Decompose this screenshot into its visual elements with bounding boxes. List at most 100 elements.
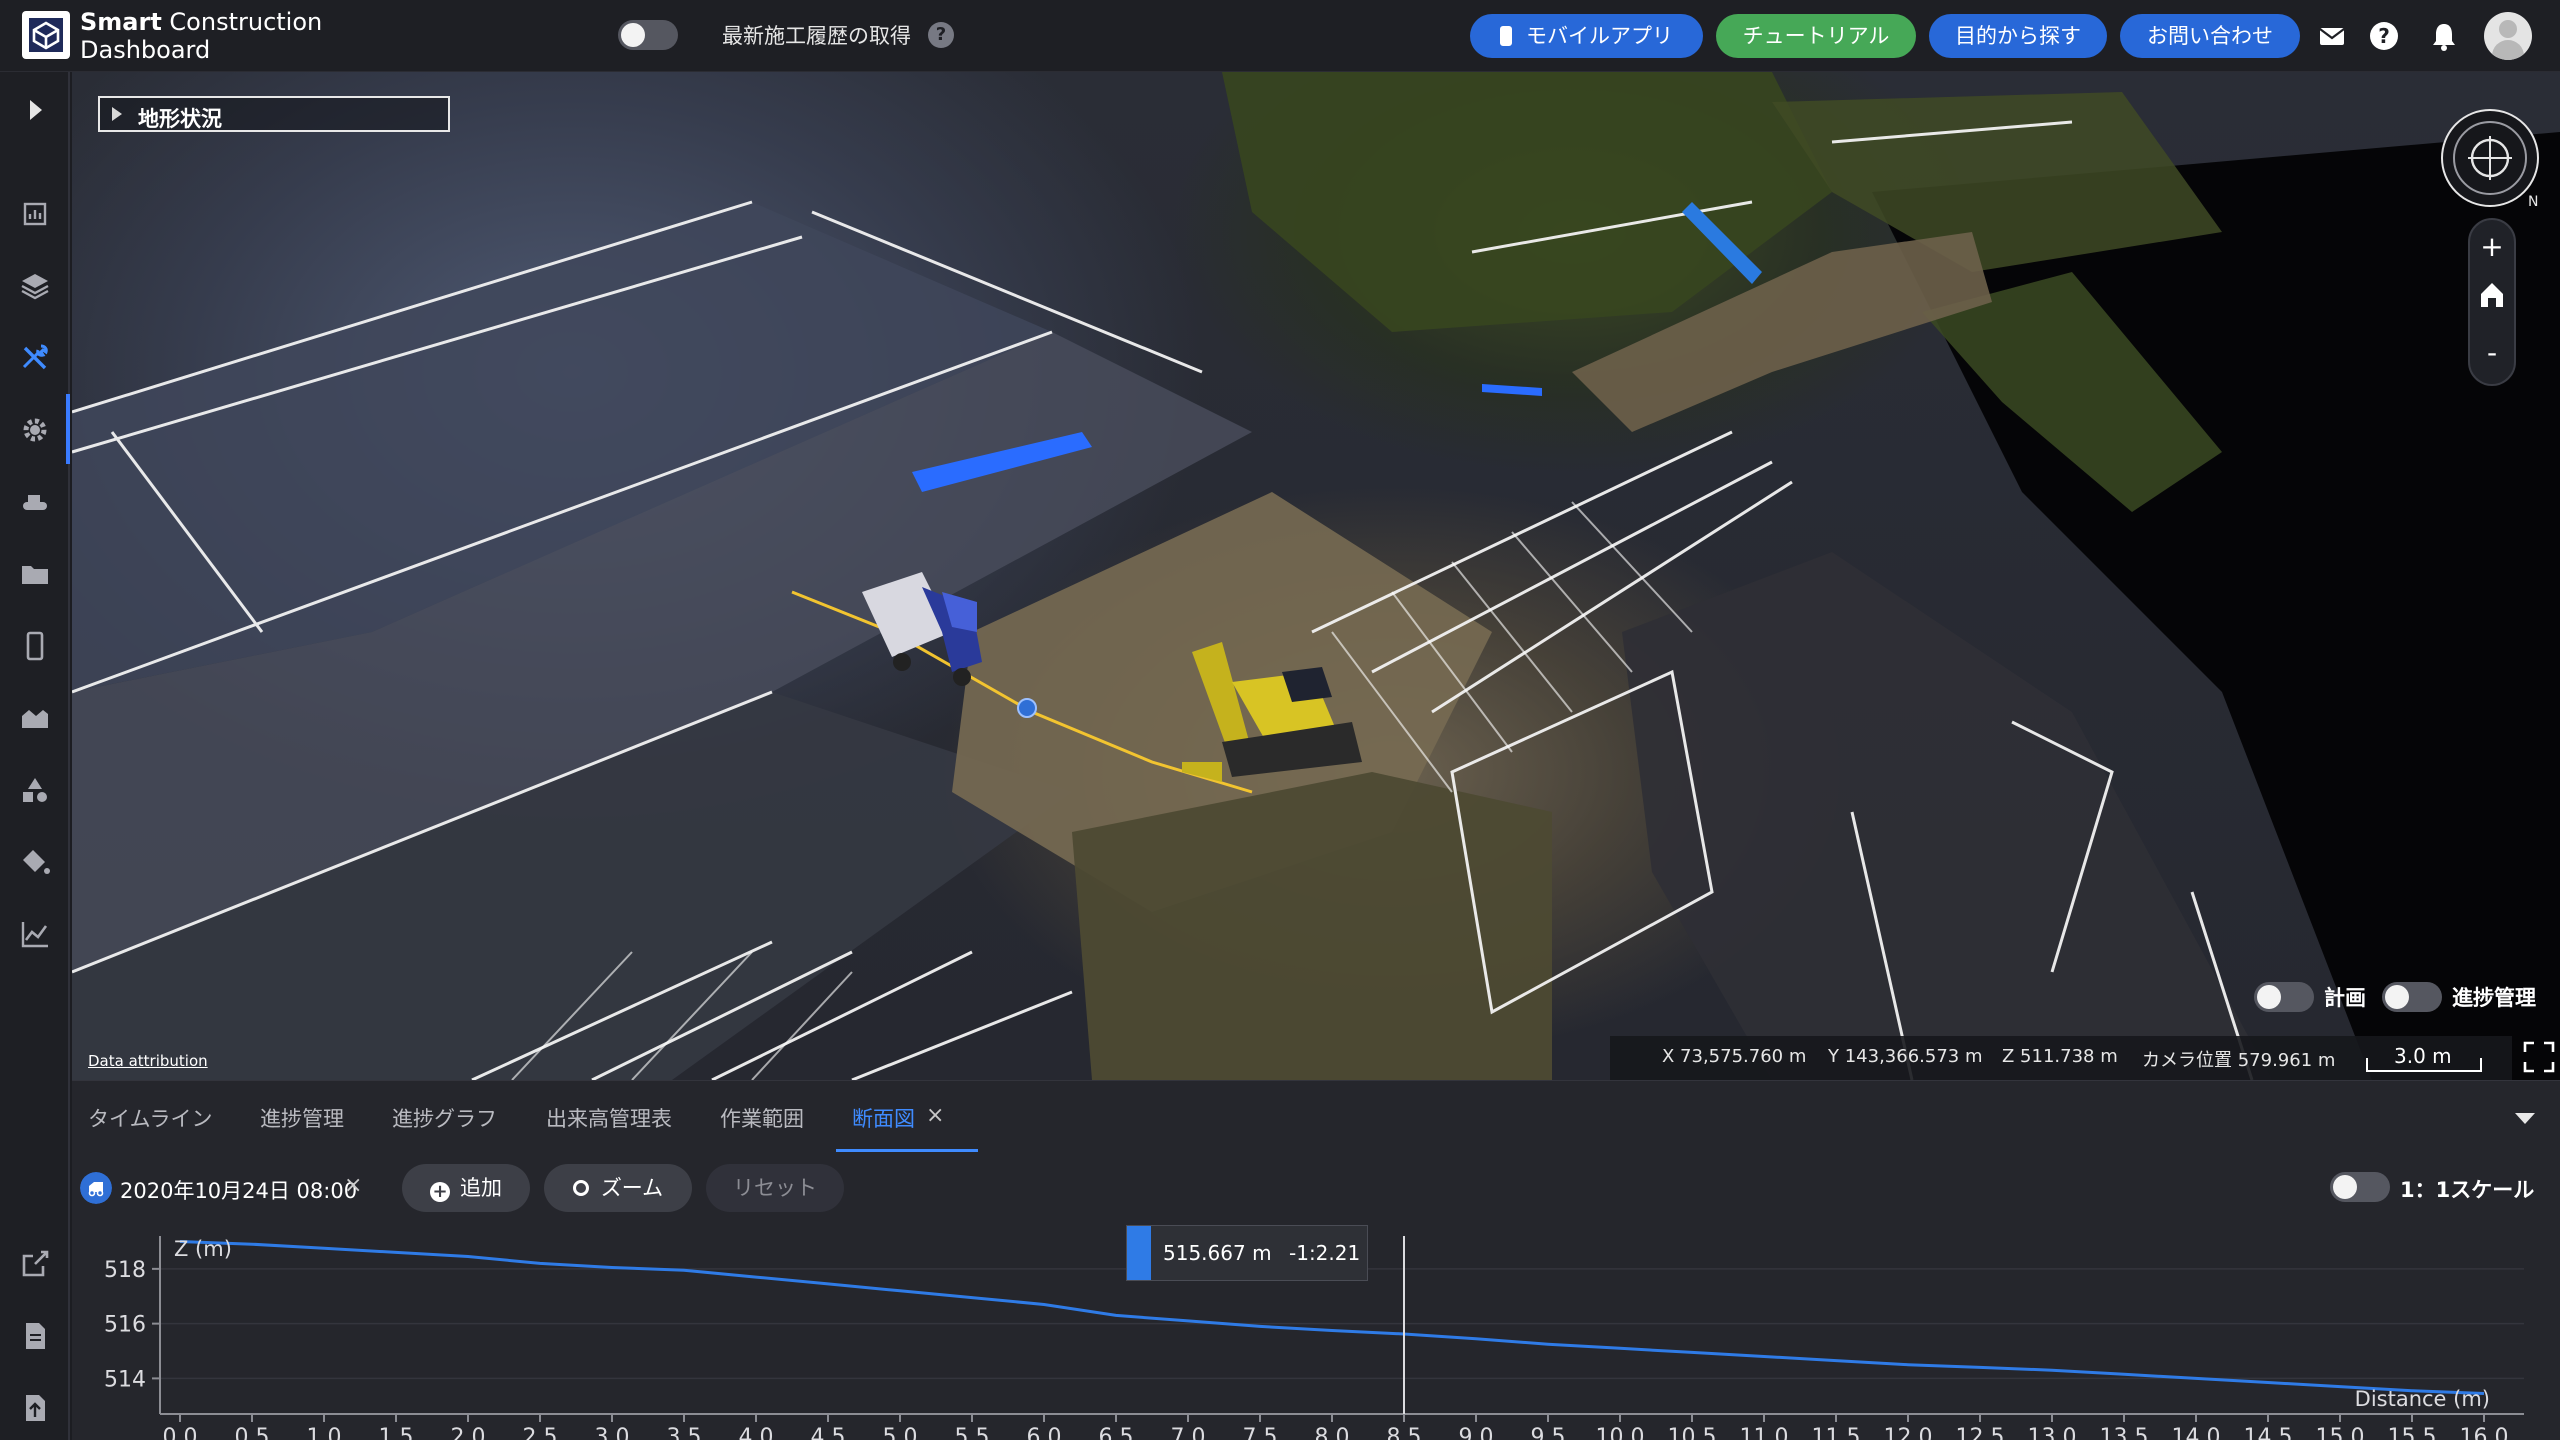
chart-x-ticks: 0.0 0.5 1.0 1.5 2.0 2.5 3.0 3.5 4.0 4.5 5.0 5.5 6.0 6… [163, 1414, 2508, 1440]
zoom-out-button[interactable]: - [2470, 326, 2514, 380]
chart-icon[interactable] [17, 916, 53, 952]
x-tick-label: 9.5 [1531, 1425, 1566, 1440]
reset-button[interactable]: リセット [706, 1164, 844, 1212]
x-tick-label: 11.5 [1812, 1425, 1861, 1440]
app-logo-icon[interactable] [22, 11, 70, 59]
expand-icon[interactable] [17, 92, 53, 128]
collapse-panel-icon[interactable] [2515, 1113, 2535, 1124]
measurement-date-icon [80, 1172, 112, 1204]
layer-panel-label: 地形状況 [138, 107, 222, 131]
tools-icon[interactable] [17, 340, 53, 376]
coord-z: Z 511.738 m [2002, 1046, 2118, 1067]
terrain-icon[interactable] [17, 700, 53, 736]
map-3d-viewport[interactable]: 地形状況 N + - 計画 進捗管理 Data attribution X 73… [72, 72, 2560, 1080]
plan-toggle[interactable] [2254, 982, 2314, 1012]
contact-label: お問い合わせ [2147, 24, 2273, 48]
x-tick-label: 1.5 [379, 1425, 414, 1440]
x-tick-label: 9.0 [1459, 1425, 1494, 1440]
paint-icon[interactable] [17, 844, 53, 880]
compass-north-label: N [2528, 194, 2538, 210]
terrain-scene [72, 72, 2560, 1080]
fullscreen-icon[interactable] [2522, 1040, 2556, 1074]
x-tick-label: 5.0 [883, 1425, 918, 1440]
history-help-icon[interactable]: ? [928, 22, 954, 48]
layers-icon[interactable] [17, 268, 53, 304]
compass-icon[interactable]: N [2438, 106, 2542, 210]
document-icon[interactable] [17, 1318, 53, 1354]
zoom-in-button[interactable]: + [2470, 220, 2514, 274]
zoom-control: + - [2468, 218, 2516, 386]
machine-icon[interactable] [17, 484, 53, 520]
zoom-button[interactable]: ズーム [544, 1164, 692, 1212]
x-tick-label: 4.0 [739, 1425, 774, 1440]
camera-height: カメラ位置 579.961 m [2142, 1050, 2336, 1071]
x-tick-label: 8.0 [1315, 1425, 1350, 1440]
export-icon[interactable] [17, 1390, 53, 1426]
x-tick-label: 2.5 [523, 1425, 558, 1440]
x-tick-label: 7.0 [1171, 1425, 1206, 1440]
mobile-icon[interactable] [17, 628, 53, 664]
one-to-one-scale-label: 1：1スケール [2400, 1178, 2535, 1202]
layer-expand-icon[interactable] [112, 107, 122, 121]
settings-icon[interactable] [17, 412, 53, 448]
x-tick-label: 10.5 [1668, 1425, 1717, 1440]
scale-bar [2366, 1058, 2482, 1072]
mobile-app-button[interactable]: モバイルアプリ [1470, 14, 1703, 58]
remove-date-icon[interactable]: × [344, 1173, 362, 1198]
chart-y-ticks: 514 516 518 [104, 1258, 160, 1392]
tutorial-button[interactable]: チュートリアル [1716, 14, 1916, 58]
external-link-icon[interactable] [17, 1246, 53, 1282]
measurement-date: 2020年10月24日 08:00 [120, 1179, 358, 1203]
mail-icon[interactable] [2316, 20, 2348, 52]
dashboard-icon[interactable] [17, 196, 53, 232]
user-avatar[interactable] [2484, 12, 2532, 60]
data-attribution-link[interactable]: Data attribution [88, 1052, 208, 1070]
x-tick-label: 0.5 [235, 1425, 270, 1440]
mobile-app-label: モバイルアプリ [1526, 24, 1673, 48]
x-tick-label: 14.0 [2172, 1425, 2221, 1440]
home-icon[interactable] [2478, 280, 2506, 310]
tab-output-table[interactable]: 出来高管理表 [546, 1103, 672, 1133]
y-tick-label: 518 [104, 1258, 146, 1283]
shapes-icon[interactable] [17, 772, 53, 808]
chart-y-label: Z (m) [174, 1237, 232, 1261]
sidebar [0, 72, 70, 1440]
x-tick-label: 14.5 [2244, 1425, 2293, 1440]
folder-icon[interactable] [17, 556, 53, 592]
x-tick-label: 8.5 [1387, 1425, 1422, 1440]
svg-text:?: ? [2378, 24, 2390, 48]
tab-progress[interactable]: 進捗管理 [260, 1103, 344, 1133]
one-to-one-scale-toggle[interactable] [2330, 1172, 2390, 1202]
magnifier-icon [572, 1180, 589, 1196]
layer-panel-terrain[interactable]: 地形状況 [98, 96, 450, 132]
search-by-purpose-button[interactable]: 目的から探す [1929, 14, 2107, 58]
brand-line1-bold: Smart [80, 8, 162, 36]
contact-button[interactable]: お問い合わせ [2120, 14, 2300, 58]
mobile-phone-icon [1500, 26, 1512, 46]
x-tick-label: 6.0 [1027, 1425, 1062, 1440]
top-bar: Smart Construction Dashboard 最新施工履歴の取得 ?… [0, 0, 2560, 72]
sidebar-active-indicator [66, 394, 70, 464]
tab-cross-section[interactable]: 断面図 [852, 1103, 915, 1133]
brand-line2: Dashboard [80, 36, 211, 64]
history-label: 最新施工履歴の取得 [722, 24, 911, 48]
x-tick-label: 10.0 [1596, 1425, 1645, 1440]
add-button[interactable]: + 追加 [402, 1164, 530, 1212]
x-tick-label: 15.5 [2388, 1425, 2437, 1440]
x-tick-label: 4.5 [811, 1425, 846, 1440]
search-by-purpose-label: 目的から探す [1955, 24, 2081, 48]
chart-x-label: Distance (m) [2355, 1387, 2490, 1411]
tab-cross-section-close-icon[interactable]: × [926, 1103, 944, 1128]
tab-timeline[interactable]: タイムライン [88, 1103, 213, 1133]
progress-toggle-label: 進捗管理 [2452, 986, 2536, 1010]
history-toggle[interactable] [618, 20, 678, 50]
x-tick-label: 15.0 [2316, 1425, 2365, 1440]
tab-progress-graph[interactable]: 進捗グラフ [392, 1103, 497, 1133]
progress-toggle[interactable] [2382, 982, 2442, 1012]
tab-work-area[interactable]: 作業範囲 [720, 1103, 804, 1133]
chart-tooltip: 515.667 m -1:2.21 [1126, 1225, 1368, 1281]
bell-icon[interactable] [2428, 20, 2460, 52]
help-icon[interactable]: ? [2368, 20, 2400, 52]
x-tick-label: 12.0 [1884, 1425, 1933, 1440]
y-tick-label: 514 [104, 1367, 146, 1392]
